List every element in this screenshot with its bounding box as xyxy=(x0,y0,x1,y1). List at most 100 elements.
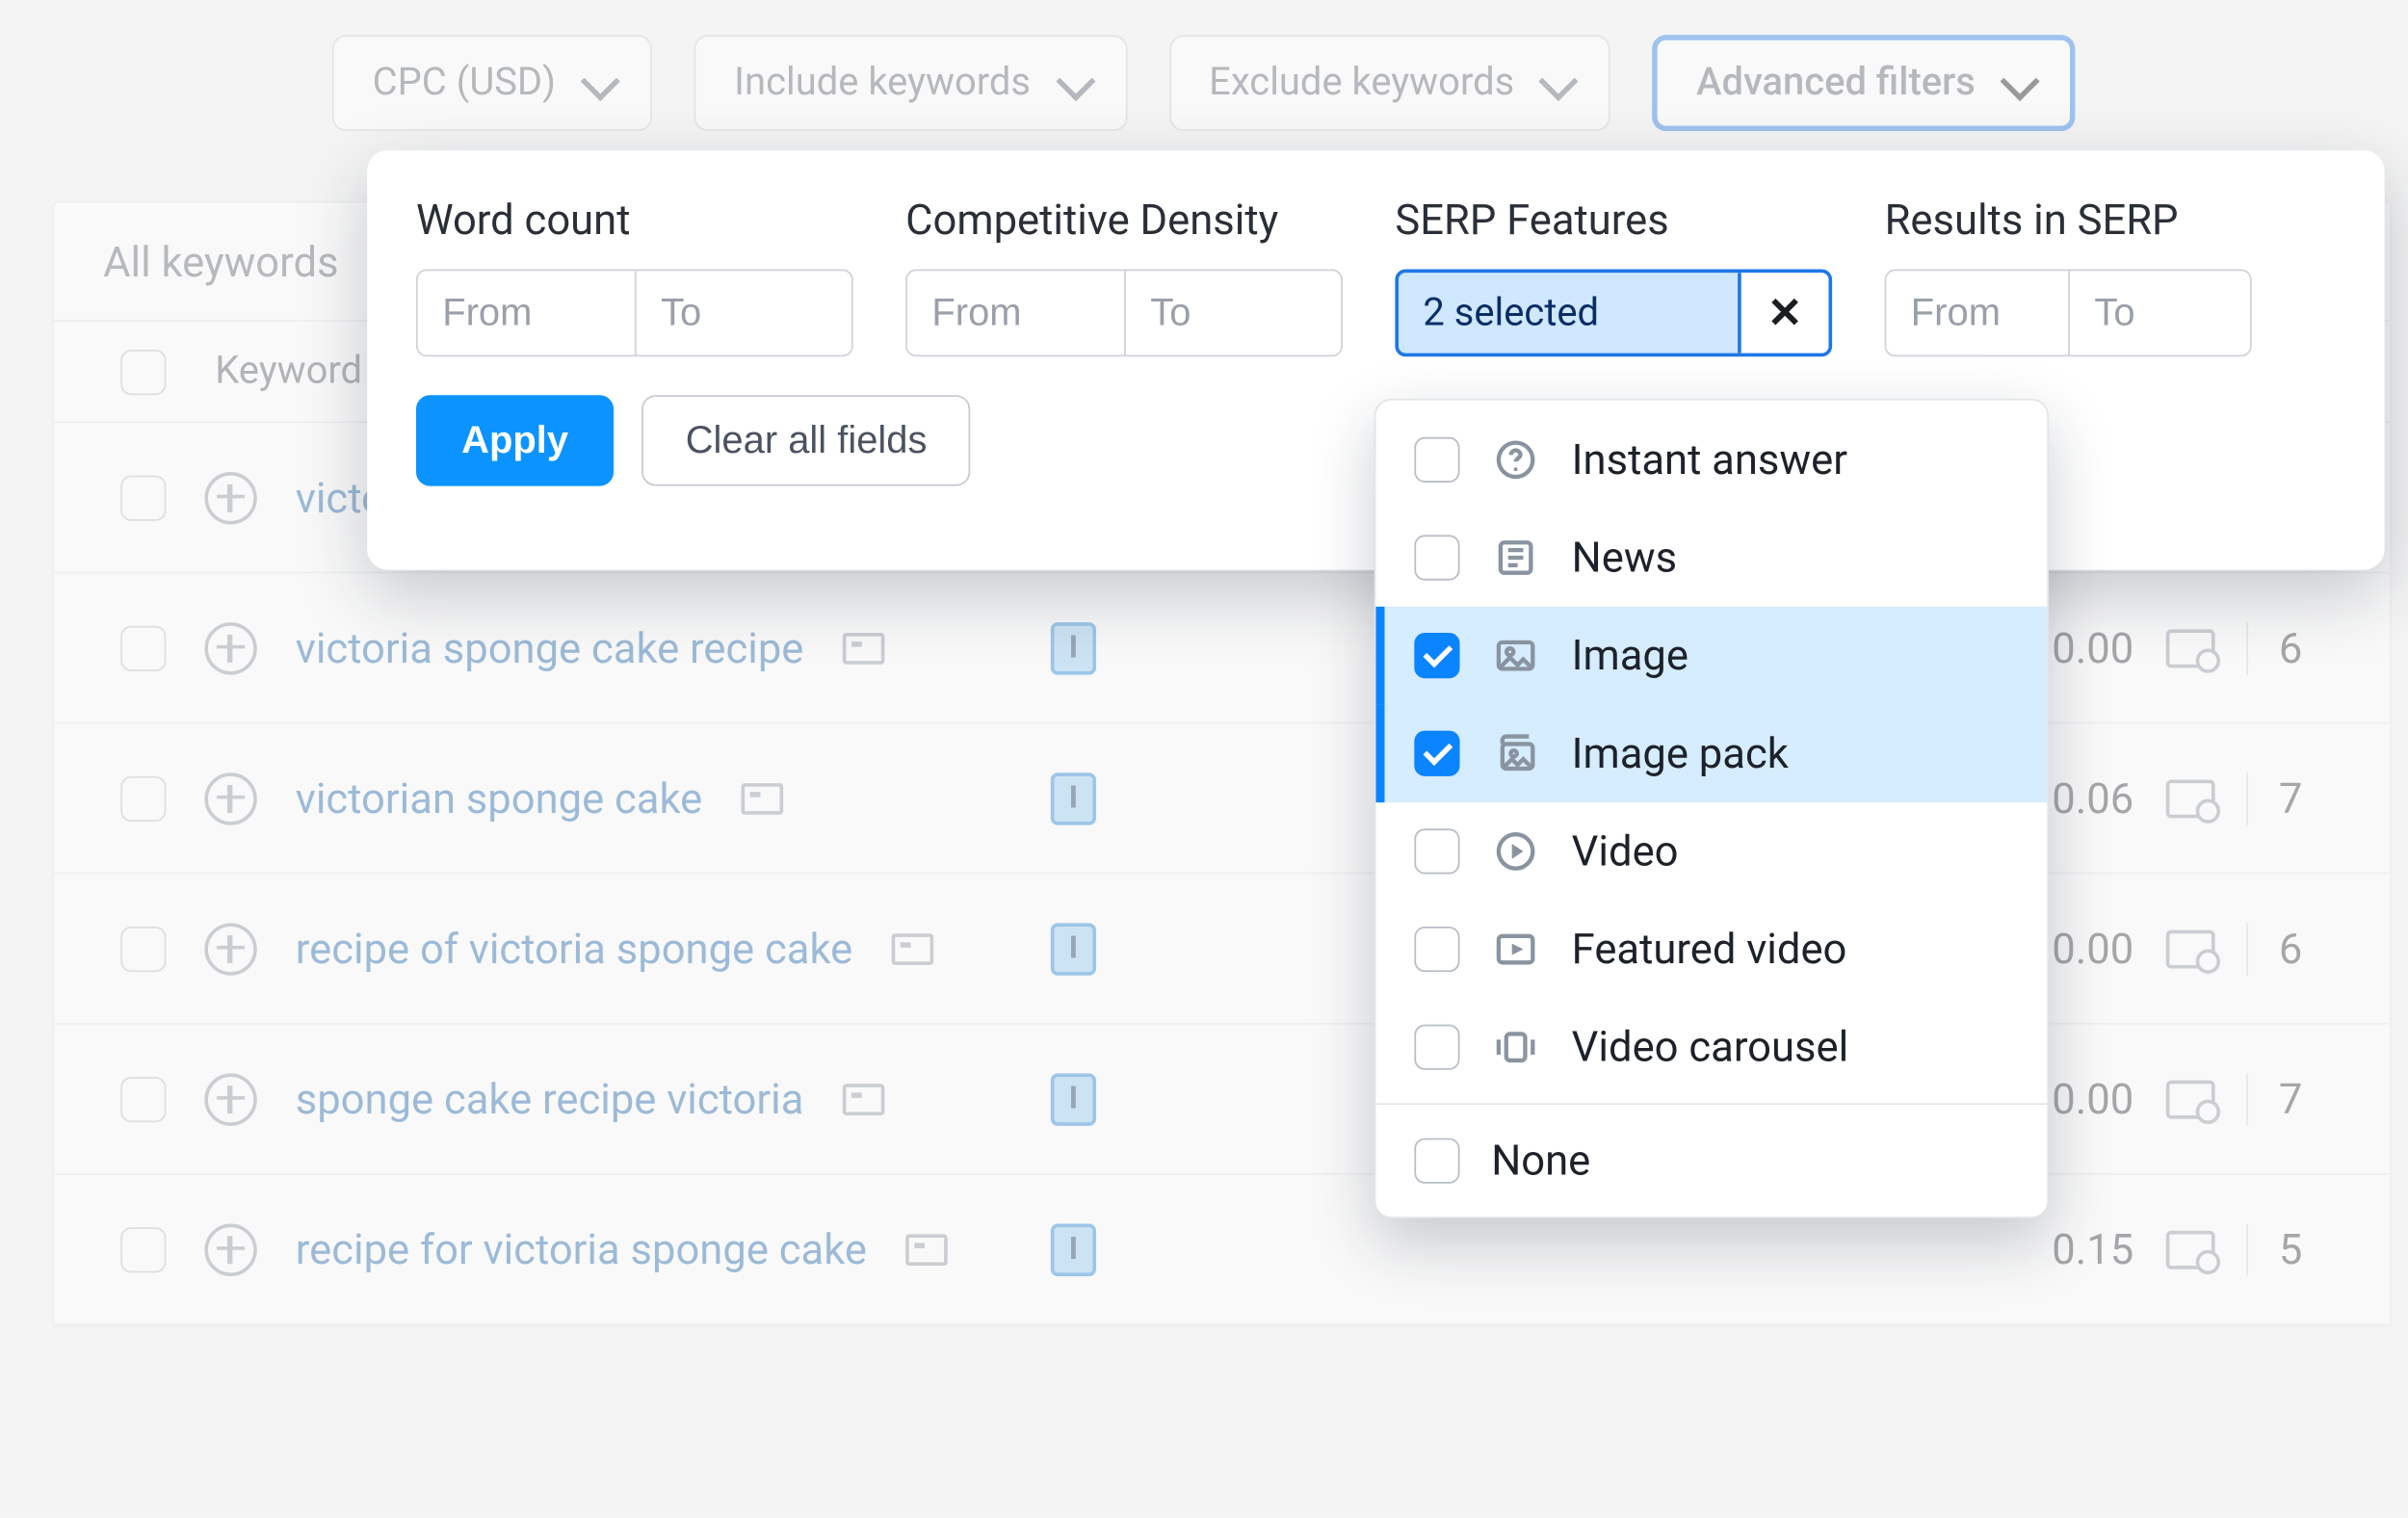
serp-mini-icon xyxy=(905,1233,948,1265)
keyword-link[interactable]: recipe for victoria sponge cake xyxy=(296,1224,867,1273)
row-checkbox[interactable] xyxy=(120,625,166,670)
pill-label: Exclude keywords xyxy=(1209,62,1514,105)
row-checkbox[interactable] xyxy=(120,775,166,821)
competitive-density-range xyxy=(905,270,1343,357)
row-right-cell: 0.06 7 xyxy=(2052,772,2302,824)
row-checkbox[interactable] xyxy=(120,1076,166,1121)
keyword-link[interactable]: sponge cake recipe victoria xyxy=(296,1074,804,1123)
option-checkbox[interactable] xyxy=(1414,437,1459,483)
option-label: Image xyxy=(1572,631,1688,680)
option-checkbox[interactable] xyxy=(1414,535,1459,580)
serp-features-select[interactable]: 2 selected ✕ xyxy=(1395,270,1832,357)
add-keyword-icon[interactable] xyxy=(204,621,256,673)
serp-features-clear-button[interactable]: ✕ xyxy=(1738,273,1828,353)
keyword-link[interactable]: recipe of victoria sponge cake xyxy=(296,924,852,973)
serp-result-icon[interactable] xyxy=(2165,628,2214,667)
word-count-range xyxy=(416,270,853,357)
tail-value: 7 xyxy=(2279,773,2303,823)
intent-badge: I xyxy=(1051,772,1096,824)
serp-features-dropdown: Instant answer News Image Image pack Vid… xyxy=(1374,399,2050,1218)
tail-value: 5 xyxy=(2279,1224,2303,1273)
row-checkbox[interactable] xyxy=(120,475,166,520)
serp-mini-icon xyxy=(741,782,783,814)
row-right-cell: 0.15 5 xyxy=(2052,1223,2302,1275)
add-keyword-icon[interactable] xyxy=(204,772,256,824)
serp-option[interactable]: Featured video xyxy=(1375,901,2047,999)
results-in-serp-from-input[interactable] xyxy=(1886,271,2068,354)
tail-value: 6 xyxy=(2279,623,2303,672)
apply-button[interactable]: Apply xyxy=(416,395,614,485)
row-checkbox[interactable] xyxy=(120,1226,166,1271)
competitive-density-to-input[interactable] xyxy=(1124,271,1341,354)
serp-option-none[interactable]: None xyxy=(1375,1105,2047,1217)
serp-result-icon[interactable] xyxy=(2165,779,2214,818)
news-icon xyxy=(1491,534,1540,583)
keyword-link[interactable]: victorian sponge cake xyxy=(296,773,703,823)
none-checkbox[interactable] xyxy=(1414,1138,1459,1184)
option-checkbox[interactable] xyxy=(1414,731,1459,776)
pill-label: Include keywords xyxy=(734,62,1031,105)
cpc-value: 0.00 xyxy=(2052,1074,2133,1123)
option-label: Video carousel xyxy=(1572,1023,1849,1072)
option-checkbox[interactable] xyxy=(1414,828,1459,874)
word-count-label: Word count xyxy=(416,196,853,245)
competitive-density-from-input[interactable] xyxy=(907,271,1124,354)
tab-all-keywords[interactable]: All keywords xyxy=(54,205,389,317)
serp-option[interactable]: Instant answer xyxy=(1375,411,2047,510)
option-label: Instant answer xyxy=(1572,435,1847,484)
serp-result-icon[interactable] xyxy=(2165,1230,2214,1269)
tail-value: 7 xyxy=(2279,1074,2303,1123)
chevron-down-icon xyxy=(1056,61,1095,100)
pill-label: Advanced filters xyxy=(1696,62,1976,105)
serp-result-icon[interactable] xyxy=(2165,929,2214,968)
add-keyword-icon[interactable] xyxy=(204,1073,256,1125)
column-keyword-label: Keyword xyxy=(215,350,362,393)
chevron-down-icon xyxy=(1539,61,1579,100)
option-checkbox[interactable] xyxy=(1414,633,1459,678)
results-in-serp-to-input[interactable] xyxy=(2068,271,2250,354)
option-label: Video xyxy=(1572,826,1679,876)
row-checkbox[interactable] xyxy=(120,926,166,971)
question-circle-icon xyxy=(1491,435,1540,484)
filter-pill-cpc[interactable]: CPC (USD) xyxy=(332,35,652,131)
serp-option[interactable]: News xyxy=(1375,509,2047,607)
filter-pill-exclude[interactable]: Exclude keywords xyxy=(1168,35,1610,131)
word-count-from-input[interactable] xyxy=(418,271,635,354)
option-label: Image pack xyxy=(1572,729,1789,778)
divider xyxy=(2245,1073,2247,1125)
filter-pill-row: CPC (USD) Include keywords Exclude keywo… xyxy=(0,35,2408,131)
serp-option[interactable]: Image pack xyxy=(1375,704,2047,802)
row-right-cell: 0.00 6 xyxy=(2052,621,2302,673)
divider xyxy=(2245,1223,2247,1275)
serp-option[interactable]: Video xyxy=(1375,802,2047,901)
option-label: Featured video xyxy=(1572,925,1847,974)
filter-pill-advanced[interactable]: Advanced filters xyxy=(1653,35,2076,131)
intent-badge: I xyxy=(1051,1073,1096,1125)
option-checkbox[interactable] xyxy=(1414,927,1459,972)
tail-value: 6 xyxy=(2279,924,2303,973)
serp-mini-icon xyxy=(842,1083,884,1114)
serp-option[interactable]: Image xyxy=(1375,607,2047,705)
option-checkbox[interactable] xyxy=(1414,1025,1459,1070)
keyword-link[interactable]: victoria sponge cake recipe xyxy=(296,623,804,672)
chevron-down-icon xyxy=(581,61,620,100)
play-circle-icon xyxy=(1491,826,1540,876)
serp-option[interactable]: Video carousel xyxy=(1375,998,2047,1096)
add-keyword-icon[interactable] xyxy=(204,922,256,974)
chevron-down-icon xyxy=(2000,61,2039,100)
cpc-value: 0.15 xyxy=(2052,1224,2133,1273)
divider xyxy=(2245,621,2247,673)
serp-result-icon[interactable] xyxy=(2165,1080,2214,1118)
clear-all-fields-button[interactable]: Clear all fields xyxy=(641,395,971,485)
serp-features-label: SERP Features xyxy=(1395,196,1832,245)
select-all-checkbox[interactable] xyxy=(120,349,166,394)
cpc-value: 0.00 xyxy=(2052,623,2133,672)
word-count-to-input[interactable] xyxy=(635,271,851,354)
row-right-cell: 0.00 6 xyxy=(2052,922,2302,974)
filter-pill-include[interactable]: Include keywords xyxy=(694,35,1126,131)
add-keyword-icon[interactable] xyxy=(204,1223,256,1275)
serp-features-selected-text: 2 selected xyxy=(1399,273,1738,353)
serp-mini-icon xyxy=(842,632,884,664)
pill-label: CPC (USD) xyxy=(373,62,556,105)
add-keyword-icon[interactable] xyxy=(204,471,256,523)
